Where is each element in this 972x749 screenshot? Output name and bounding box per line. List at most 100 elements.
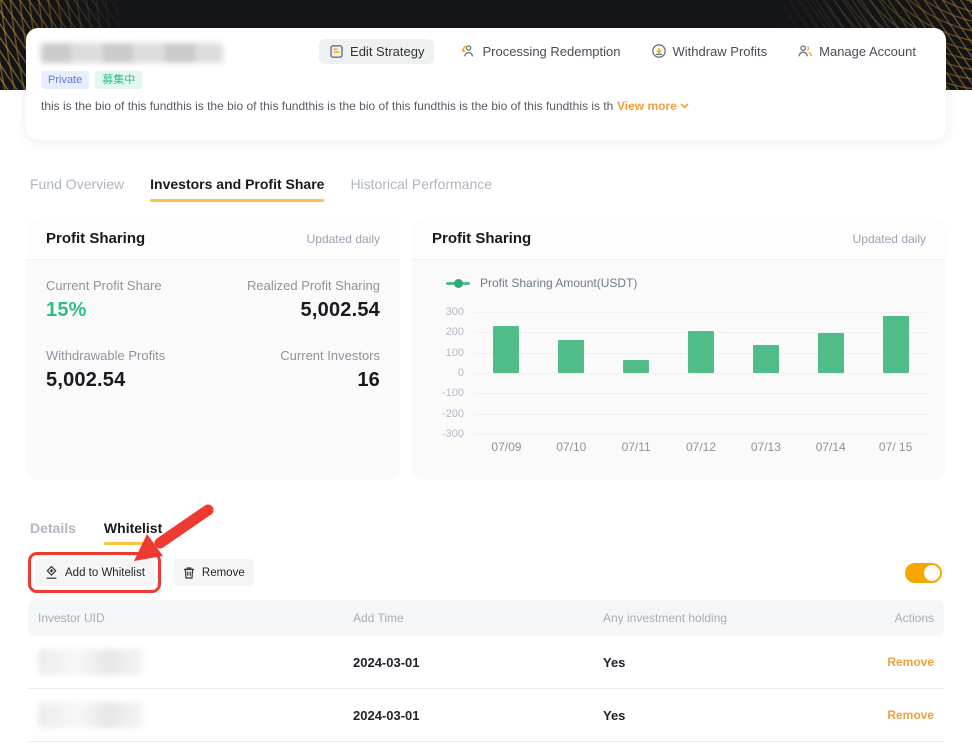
remove-button-label: Remove	[202, 567, 245, 579]
legend-label: Profit Sharing Amount(USDT)	[480, 276, 637, 290]
holding-value: Yes	[603, 708, 844, 723]
chart-bars	[474, 312, 928, 434]
row-remove-link[interactable]: Remove	[844, 655, 934, 669]
edit-strategy-button[interactable]: Edit Strategy	[319, 39, 434, 64]
view-more-label: View more	[617, 99, 677, 113]
manage-account-button[interactable]: Manage Account	[793, 38, 920, 64]
y-tick-label: -300	[442, 428, 464, 440]
chart-bar	[623, 360, 649, 373]
manage-account-icon	[797, 43, 813, 59]
whitelist-toolbar: Add to Whitelist Remove	[28, 552, 942, 593]
tab-historical-performance[interactable]: Historical Performance	[350, 176, 492, 202]
edit-strategy-label: Edit Strategy	[350, 44, 424, 59]
stats-card-updated: Updated daily	[307, 232, 380, 246]
trash-icon	[182, 566, 196, 580]
x-tick-label: 07/13	[733, 440, 798, 454]
bar-chart: 3002001000-100-200-300 07/0907/1007/1107…	[432, 312, 928, 462]
stat-label: Withdrawable Profits	[46, 348, 213, 363]
stat-value: 15%	[46, 299, 213, 322]
stat-value: 16	[213, 369, 380, 392]
main-tabs: Fund Overview Investors and Profit Share…	[30, 176, 492, 202]
chart-bar-slot	[733, 312, 798, 434]
fund-badges: Private 募集中	[41, 71, 142, 89]
x-tick-label: 07/14	[798, 440, 863, 454]
stat-current-profit-share: Current Profit Share 15%	[46, 278, 213, 322]
fund-name-redacted	[41, 43, 223, 63]
stat-label: Current Profit Share	[46, 278, 213, 293]
table-row: 2024-03-01 Yes Remove	[28, 689, 944, 742]
tab-fund-overview[interactable]: Fund Overview	[30, 176, 124, 202]
toggle-knob	[924, 565, 940, 581]
stats-card-title: Profit Sharing	[46, 230, 145, 247]
table-row: 2024-03-01 Yes Remove	[28, 636, 944, 689]
x-tick-label: 07/12	[669, 440, 734, 454]
y-tick-label: 100	[446, 347, 464, 359]
stat-label: Realized Profit Sharing	[213, 278, 380, 293]
stats-card-header: Profit Sharing Updated daily	[26, 218, 400, 260]
x-tick-label: 07/ 15	[863, 440, 928, 454]
stat-current-investors: Current Investors 16	[213, 348, 380, 392]
chart-plot-area	[474, 312, 928, 434]
manage-account-label: Manage Account	[819, 44, 916, 59]
holding-value: Yes	[603, 655, 844, 670]
add-time-value: 2024-03-01	[353, 708, 603, 723]
withdraw-profits-label: Withdraw Profits	[673, 44, 768, 59]
tab-whitelist[interactable]: Whitelist	[104, 520, 162, 545]
stat-withdrawable-profits: Withdrawable Profits 5,002.54	[46, 348, 213, 392]
add-to-whitelist-button[interactable]: Add to Whitelist	[35, 559, 154, 586]
profit-sharing-stats-card: Profit Sharing Updated daily Current Pro…	[26, 218, 400, 480]
withdraw-profits-button[interactable]: Withdraw Profits	[647, 38, 772, 64]
tab-investors-profit-share[interactable]: Investors and Profit Share	[150, 176, 324, 202]
chart-legend: Profit Sharing Amount(USDT)	[446, 276, 637, 290]
chart-bar	[818, 333, 844, 373]
x-tick-label: 07/11	[604, 440, 669, 454]
chart-bar-slot	[798, 312, 863, 434]
y-tick-label: 200	[446, 326, 464, 338]
y-tick-label: -100	[442, 387, 464, 399]
processing-redemption-icon	[460, 43, 476, 59]
chart-bar	[558, 340, 584, 373]
whitelist-toggle[interactable]	[905, 563, 942, 583]
x-tick-label: 07/10	[539, 440, 604, 454]
view-more-link[interactable]: View more	[617, 99, 689, 113]
chevron-down-icon	[680, 103, 689, 109]
stat-value: 5,002.54	[46, 369, 213, 392]
withdraw-profits-icon	[651, 43, 667, 59]
processing-redemption-label: Processing Redemption	[482, 44, 620, 59]
legend-marker-icon	[446, 282, 470, 285]
table-body: 2024-03-01 Yes Remove 2024-03-01 Yes Rem…	[28, 636, 944, 742]
y-tick-label: 0	[458, 367, 464, 379]
chart-card-updated: Updated daily	[853, 232, 926, 246]
chart-bar	[493, 326, 519, 373]
investor-uid-redacted	[38, 702, 143, 728]
fund-bio-text: this is the bio of this fundthis is the …	[41, 99, 613, 113]
chart-x-axis: 07/0907/1007/1107/1207/1307/1407/ 15	[474, 440, 928, 454]
row-remove-link[interactable]: Remove	[844, 708, 934, 722]
edit-strategy-icon	[329, 44, 344, 59]
diamond-plus-icon	[44, 565, 59, 580]
chart-y-axis: 3002001000-100-200-300	[432, 312, 464, 434]
chart-bar-slot	[604, 312, 669, 434]
processing-redemption-button[interactable]: Processing Redemption	[456, 38, 624, 64]
chart-card-title: Profit Sharing	[432, 230, 531, 247]
stats-grid: Current Profit Share 15% Realized Profit…	[46, 278, 380, 392]
col-holding: Any investment holding	[603, 611, 844, 625]
x-tick-label: 07/09	[474, 440, 539, 454]
fund-header-card: Edit Strategy Processing Redemption With…	[26, 28, 946, 140]
tab-details[interactable]: Details	[30, 520, 76, 545]
stat-value: 5,002.54	[213, 299, 380, 322]
chart-bar	[753, 345, 779, 373]
chart-bar-slot	[539, 312, 604, 434]
private-badge: Private	[41, 71, 89, 89]
annotation-highlight-box: Add to Whitelist	[28, 552, 161, 593]
recruiting-badge: 募集中	[95, 71, 142, 89]
remove-button[interactable]: Remove	[173, 559, 254, 586]
investor-uid-redacted	[38, 649, 143, 675]
y-tick-label: -200	[442, 408, 464, 420]
stat-label: Current Investors	[213, 348, 380, 363]
chart-card-header: Profit Sharing Updated daily	[412, 218, 946, 260]
chart-bar	[688, 331, 714, 373]
stat-realized-profit-sharing: Realized Profit Sharing 5,002.54	[213, 278, 380, 322]
col-actions: Actions	[844, 611, 934, 625]
chart-gridline	[474, 434, 928, 435]
